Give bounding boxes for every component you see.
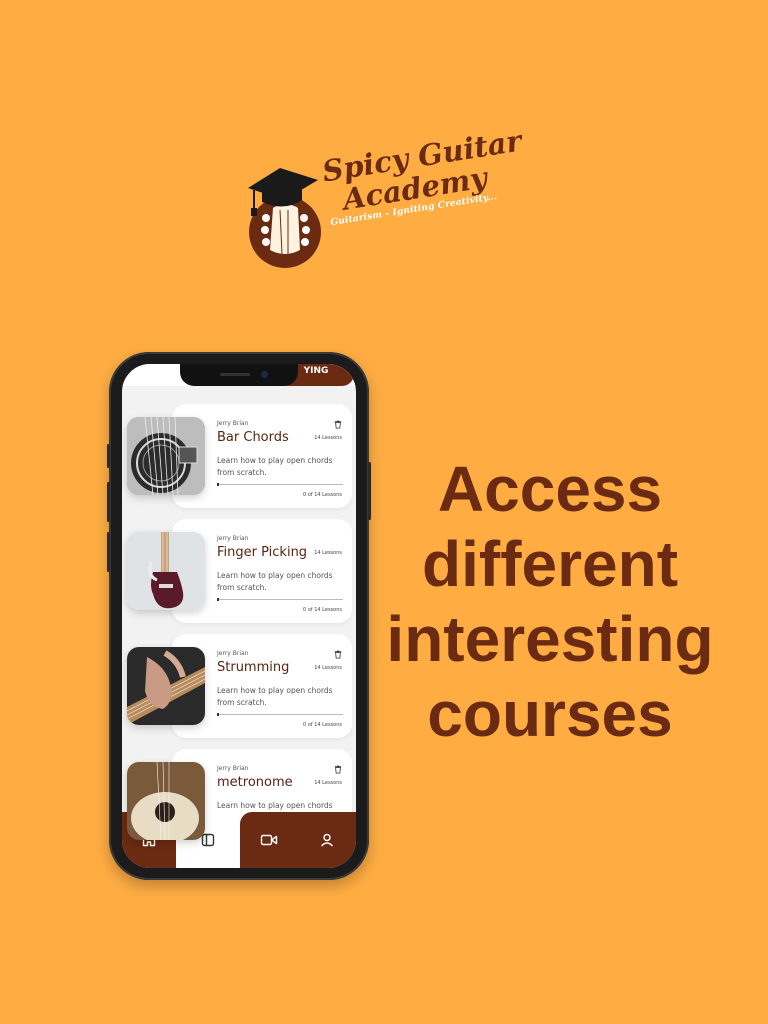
nav-profile[interactable] xyxy=(298,812,356,868)
course-description: Learn how to play open chords from scrat… xyxy=(217,686,333,707)
front-camera xyxy=(261,371,268,378)
course-thumbnail xyxy=(127,417,205,495)
hand-on-fretboard-image-icon xyxy=(127,647,205,725)
course-progress-bar xyxy=(217,483,343,486)
mute-switch xyxy=(107,444,110,468)
marketing-headline: Access different interesting courses xyxy=(365,452,735,752)
course-progress-label: 0 of 14 Lessons xyxy=(303,607,342,613)
course-description: Learn how to play open chords xyxy=(217,801,333,810)
trash-icon[interactable] xyxy=(334,650,342,659)
guitar-headstock-logo-icon xyxy=(248,168,321,268)
guitar-soundhole-image-icon xyxy=(127,417,205,495)
course-title: Bar Chords xyxy=(217,430,289,445)
speaker xyxy=(220,373,250,376)
nav-videos[interactable] xyxy=(240,812,298,868)
course-description: Learn how to play open chords from scrat… xyxy=(217,456,333,477)
course-lesson-count: 14 Lessons xyxy=(314,780,342,786)
user-icon xyxy=(320,833,334,847)
course-progress-fill xyxy=(217,598,219,601)
electric-guitar-image-icon xyxy=(127,532,205,610)
top-tab-label: YING xyxy=(303,366,329,376)
course-author: Jerry Brian xyxy=(217,765,249,772)
course-title: Strumming xyxy=(217,660,290,675)
course-progress-bar xyxy=(217,713,343,716)
course-card[interactable]: Jerry Brian Finger Picking 14 Lessons Le… xyxy=(122,519,356,623)
headline-line: courses xyxy=(427,678,673,750)
course-card[interactable]: Jerry Brian Strumming 14 Lessons Learn h… xyxy=(122,634,356,738)
course-author: Jerry Brian xyxy=(217,535,249,542)
nav-right-group xyxy=(240,812,356,868)
course-progress-label: 0 of 14 Lessons xyxy=(303,722,342,728)
video-icon xyxy=(260,834,278,846)
trash-icon[interactable] xyxy=(334,420,342,429)
course-list: Jerry Brian Bar Chords 14 Lessons Learn … xyxy=(122,404,356,864)
volume-down-button xyxy=(107,532,110,572)
course-author: Jerry Brian xyxy=(217,650,249,657)
phone-mockup: YING Jerry Brian Bar Chords 14 Lessons L… xyxy=(107,352,371,880)
course-description: Learn how to play open chords from scrat… xyxy=(217,571,333,592)
course-progress-label: 0 of 14 Lessons xyxy=(303,492,342,498)
course-lesson-count: 14 Lessons xyxy=(314,665,342,671)
course-progress-fill xyxy=(217,713,219,716)
app-screen: YING Jerry Brian Bar Chords 14 Lessons L… xyxy=(122,364,356,868)
headline-line: interesting xyxy=(386,603,714,675)
course-progress-bar xyxy=(217,598,343,601)
trash-icon[interactable] xyxy=(334,765,342,774)
volume-up-button xyxy=(107,482,110,522)
course-author: Jerry Brian xyxy=(217,420,249,427)
course-title: Finger Picking xyxy=(217,545,308,560)
course-lesson-count: 14 Lessons xyxy=(314,435,342,441)
course-lesson-count: 14 Lessons xyxy=(314,550,342,556)
course-thumbnail xyxy=(127,647,205,725)
acoustic-guitar-image-icon xyxy=(127,762,205,840)
course-thumbnail xyxy=(127,762,205,840)
course-title: metronome xyxy=(217,775,293,790)
notch xyxy=(180,364,298,386)
course-progress-fill xyxy=(217,483,219,486)
headline-line: different xyxy=(422,528,678,600)
course-card[interactable]: Jerry Brian Bar Chords 14 Lessons Learn … xyxy=(122,404,356,508)
course-thumbnail xyxy=(127,532,205,610)
headline-line: Access xyxy=(437,453,663,525)
brand-logo: Spicy Guitar Academy Guitarism - Ignitin… xyxy=(240,124,524,280)
logo-wordmark: Spicy Guitar Academy Guitarism - Ignitin… xyxy=(320,124,524,229)
